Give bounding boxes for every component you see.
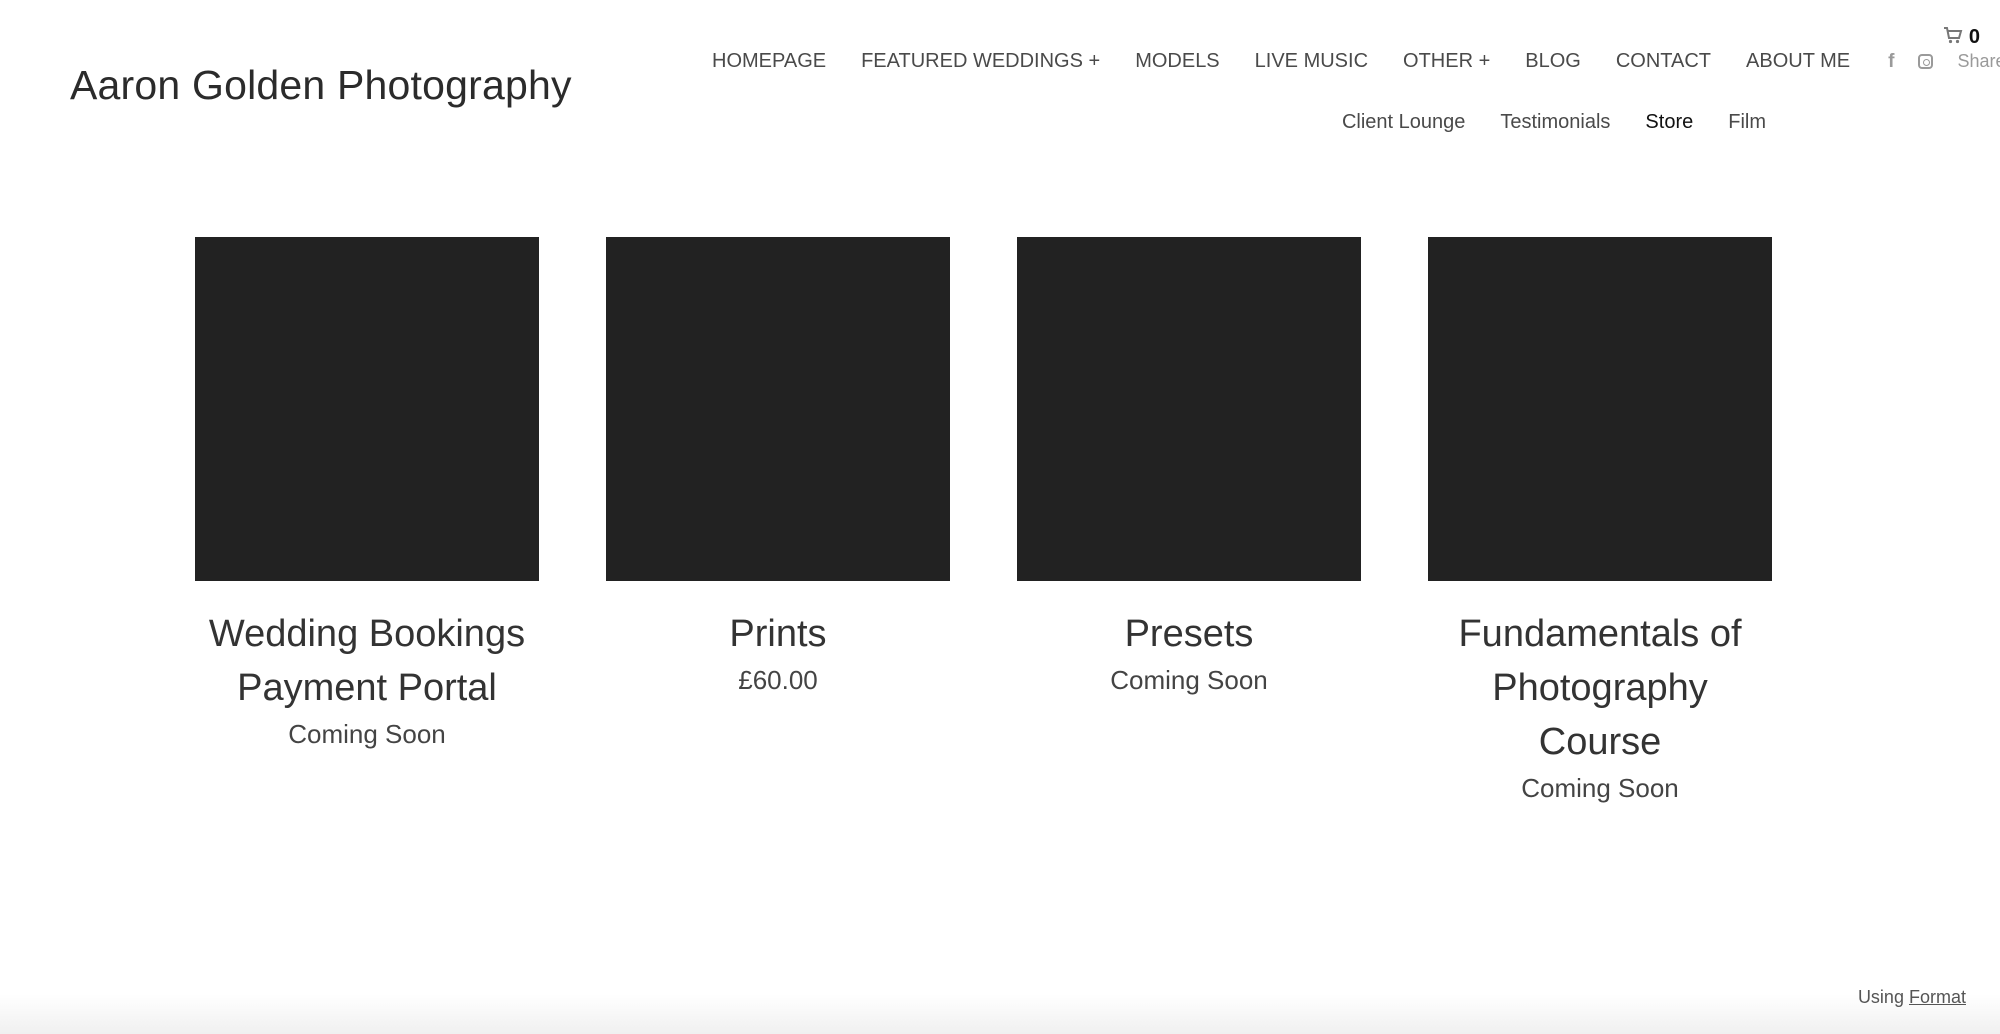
product-price: Coming Soon — [1110, 665, 1268, 695]
nav-item-featured-weddings[interactable]: FEATURED WEDDINGS + — [861, 50, 1100, 73]
site-title[interactable]: Aaron Golden Photography — [70, 62, 572, 109]
product-image[interactable] — [195, 237, 539, 581]
primary-nav: HOMEPAGE FEATURED WEDDINGS + MODELS LIVE… — [712, 50, 2000, 73]
store-page: Aaron Golden Photography HOMEPAGE FEATUR… — [0, 0, 2000, 1034]
product-grid: Wedding Bookings Payment Portal Coming S… — [195, 237, 1772, 804]
product-image[interactable] — [1428, 237, 1772, 581]
cart-icon — [1943, 26, 1963, 49]
product-card[interactable]: Presets Coming Soon — [1017, 237, 1361, 804]
product-price: £60.00 — [738, 665, 818, 695]
nav-item-client-lounge[interactable]: Client Lounge — [1342, 111, 1465, 134]
nav-item-blog[interactable]: BLOG — [1525, 50, 1581, 73]
product-name[interactable]: Prints — [606, 607, 950, 661]
powered-by-label: Using — [1857, 987, 1904, 1007]
format-link[interactable]: Format — [1909, 987, 1966, 1007]
product-card[interactable]: Prints £60.00 — [606, 237, 950, 804]
nav-item-other[interactable]: OTHER + — [1403, 50, 1490, 73]
product-card[interactable]: Wedding Bookings Payment Portal Coming S… — [195, 237, 539, 804]
cart-count: 0 — [1968, 26, 1980, 48]
nav-item-about-me[interactable]: ABOUT ME — [1746, 50, 1850, 73]
product-name[interactable]: Presets — [1017, 607, 1361, 661]
nav-item-models[interactable]: MODELS — [1135, 50, 1219, 73]
cart-corner — [1880, 0, 2000, 120]
powered-by: Using Format — [1858, 987, 1966, 1008]
product-card[interactable]: Fundamentals of Photography Course Comin… — [1428, 237, 1772, 804]
nav-item-film[interactable]: Film — [1728, 111, 1766, 134]
product-name[interactable]: Wedding Bookings Payment Portal — [195, 607, 539, 715]
product-image[interactable] — [606, 237, 950, 581]
nav-item-store[interactable]: Store — [1645, 111, 1693, 134]
bottom-shade — [0, 994, 2000, 1034]
product-image[interactable] — [1017, 237, 1361, 581]
secondary-nav: Client Lounge Testimonials Store Film — [1307, 111, 1766, 134]
nav-item-homepage[interactable]: HOMEPAGE — [712, 50, 826, 73]
product-name[interactable]: Fundamentals of Photography Course — [1428, 607, 1772, 769]
nav-item-live-music[interactable]: LIVE MUSIC — [1255, 50, 1368, 73]
nav-item-contact[interactable]: CONTACT — [1616, 50, 1711, 73]
product-price: Coming Soon — [1521, 773, 1679, 803]
product-price: Coming Soon — [288, 719, 446, 749]
nav-item-testimonials[interactable]: Testimonials — [1500, 111, 1610, 134]
cart-button[interactable]: 0 — [1943, 26, 1980, 49]
